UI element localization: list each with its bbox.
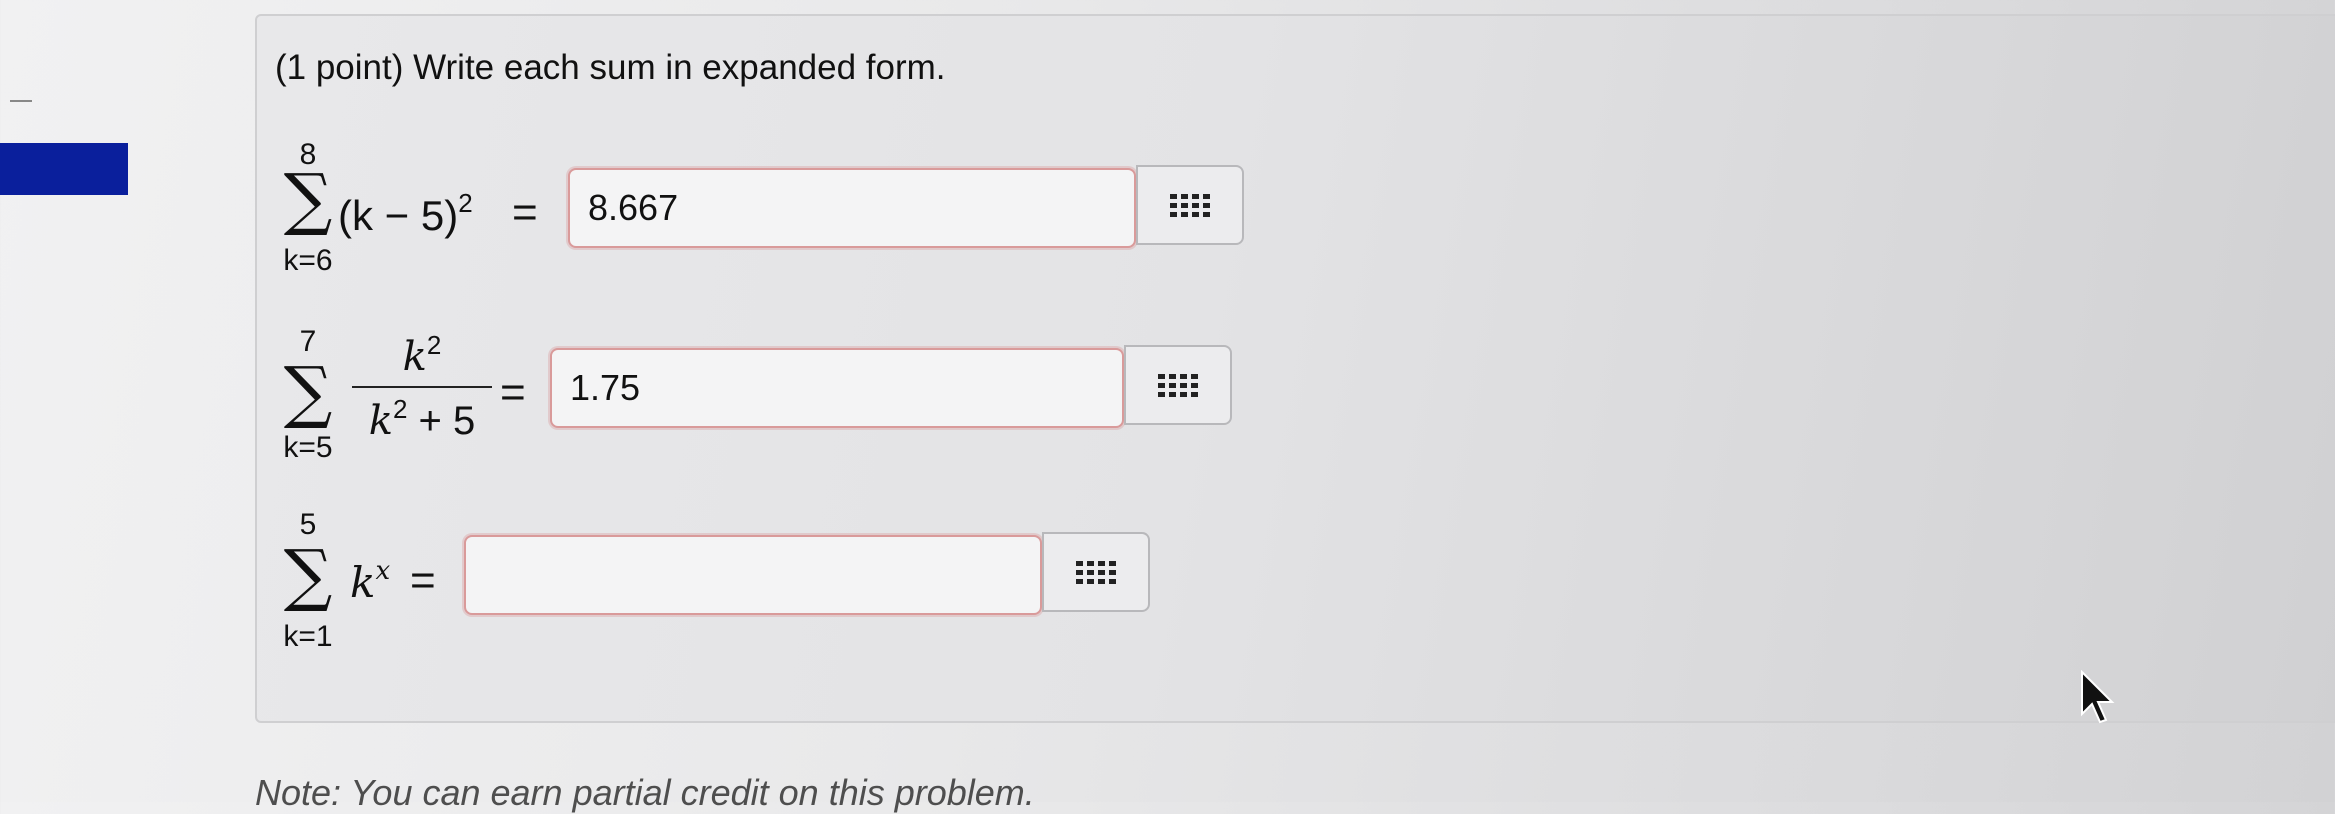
grid-icon: [1170, 193, 1210, 217]
sum-1-answer-input[interactable]: 8.667: [568, 168, 1136, 248]
sum-3-equals: =: [410, 556, 436, 605]
grid-icon: [1076, 560, 1116, 584]
fraction-bar: [352, 386, 492, 388]
sum-1-equals: =: [512, 188, 538, 237]
sum-1-expression: (k − 5)2: [338, 188, 473, 239]
partial-credit-note: Note: You can earn partial credit on thi…: [255, 772, 1035, 813]
sum-3-answer-input[interactable]: [464, 535, 1042, 615]
sum-3-sigma: 5 ∑ k=1: [278, 508, 338, 653]
sidebar-tab[interactable]: [0, 143, 128, 195]
mouse-pointer-icon: [2081, 670, 2115, 724]
sigma-symbol: ∑: [283, 160, 333, 239]
sum-1-equation-palette-button[interactable]: [1136, 165, 1244, 245]
sum-2-sigma: 7 ∑ k=5: [278, 325, 338, 465]
sum-2-fraction: k2 k2 + 5: [352, 330, 492, 444]
sum-2-numerator: k2: [402, 330, 442, 380]
sum-3-equation-palette-button[interactable]: [1042, 532, 1150, 612]
sum-2-answer-input[interactable]: 1.75: [550, 348, 1124, 428]
sum-2-equals: =: [500, 368, 526, 417]
problem-prompt: (1 point) Write each sum in expanded for…: [275, 48, 946, 87]
sum-2-denominator: k2 + 5: [368, 394, 476, 444]
sum-3-lower-limit: k=1: [283, 620, 333, 653]
sum-3-expression: kx: [350, 556, 391, 607]
sum-2-equation-palette-button[interactable]: [1124, 345, 1232, 425]
sigma-symbol: ∑: [283, 536, 333, 615]
sum-2-lower-limit: k=5: [283, 431, 333, 464]
decorative-dash: [10, 100, 32, 102]
sigma-symbol: ∑: [283, 353, 333, 432]
sum-1-sigma: 8 ∑ k=6: [278, 138, 338, 278]
sum-1-lower-limit: k=6: [283, 244, 333, 277]
grid-icon: [1158, 373, 1198, 397]
